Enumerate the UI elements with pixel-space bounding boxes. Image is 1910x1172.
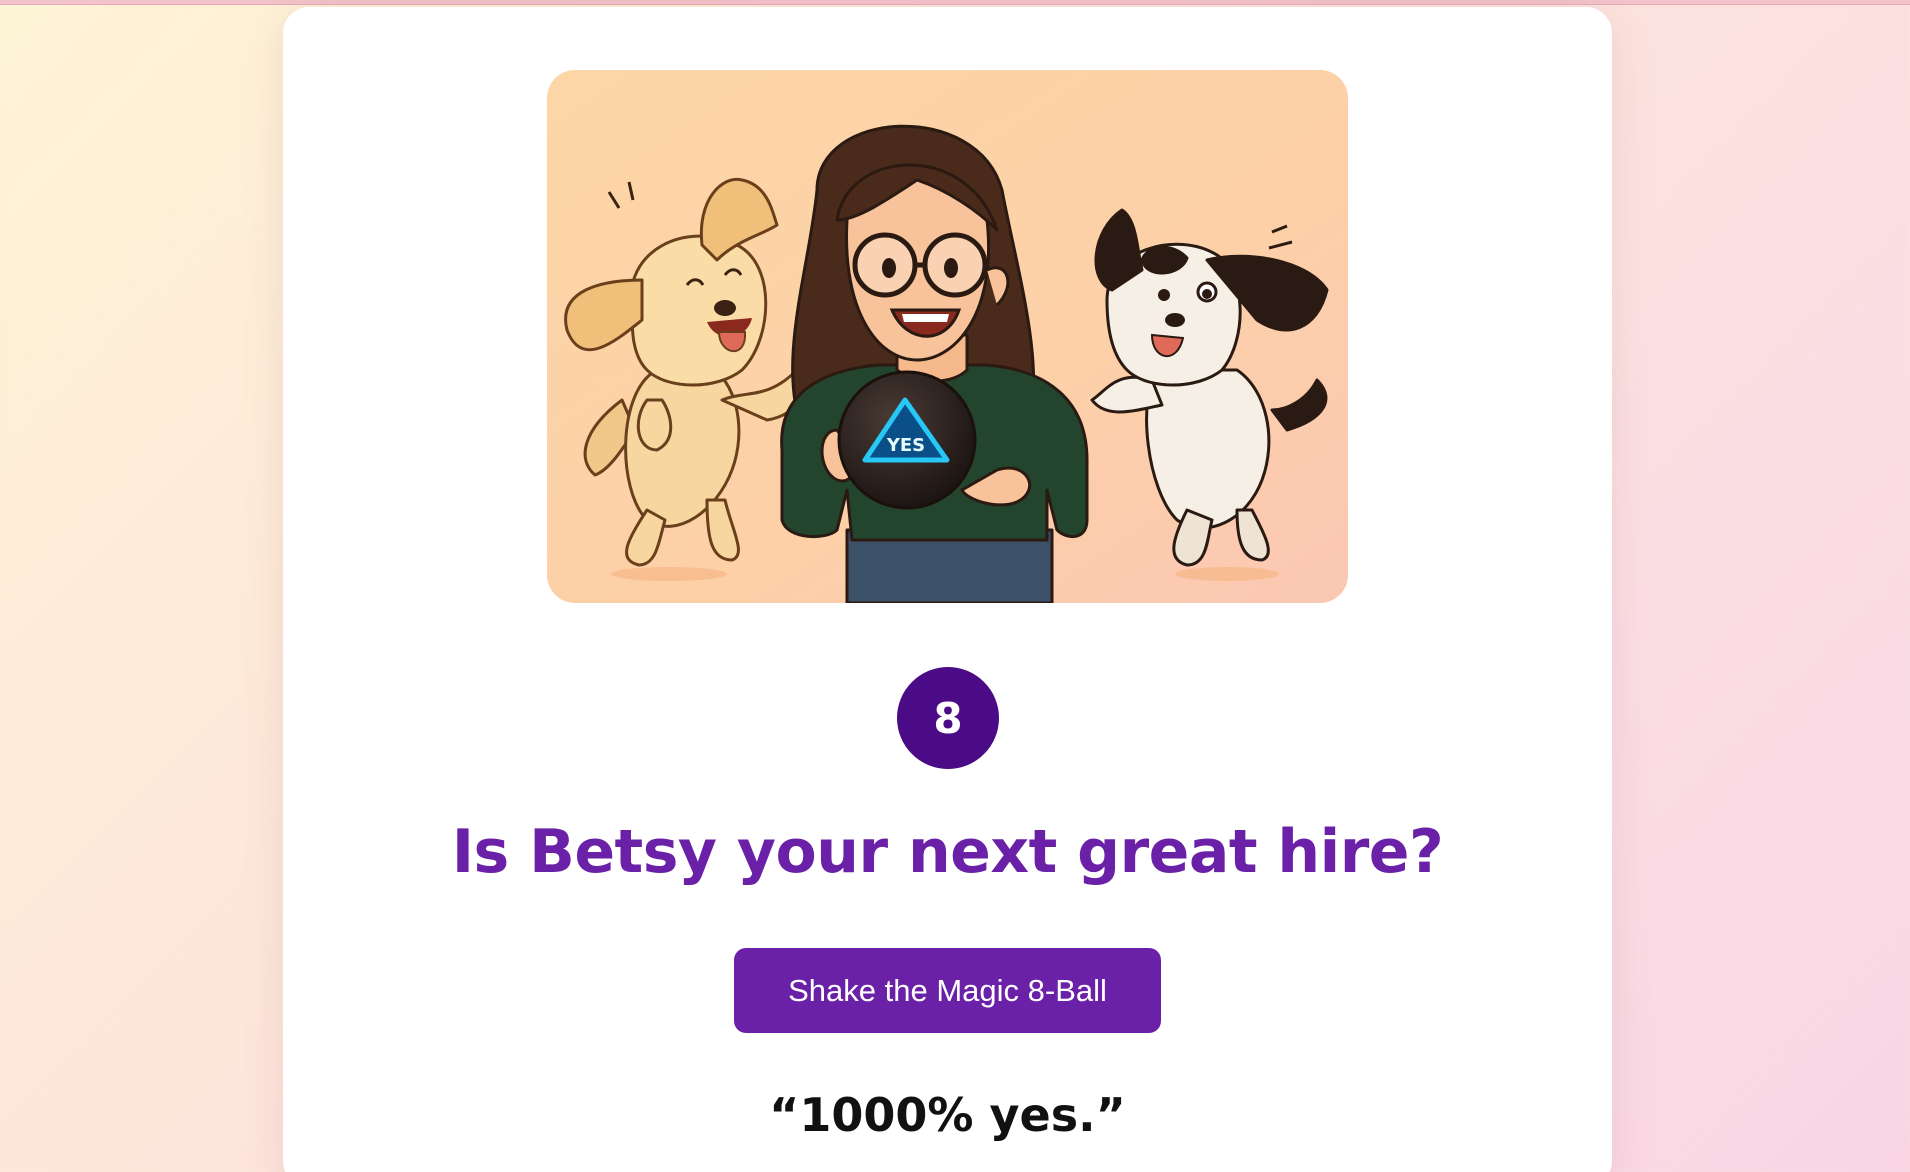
page-title: Is Betsy your next great hire? bbox=[451, 817, 1444, 887]
magic-8-ball-answer: “1000% yes.” bbox=[769, 1088, 1126, 1142]
hero-illustration: YES bbox=[547, 70, 1348, 603]
shake-magic-8-ball-button[interactable]: Shake the Magic 8-Ball bbox=[734, 948, 1161, 1033]
browser-top-strip bbox=[0, 0, 1910, 5]
eight-ball-badge: 8 bbox=[897, 667, 999, 769]
magic-8-ball-card: YES 8 Is Betsy your next great hire? Sha… bbox=[283, 7, 1612, 1172]
ball-answer-text: YES bbox=[886, 435, 925, 456]
magic-8-ball-icon: YES bbox=[837, 370, 977, 510]
